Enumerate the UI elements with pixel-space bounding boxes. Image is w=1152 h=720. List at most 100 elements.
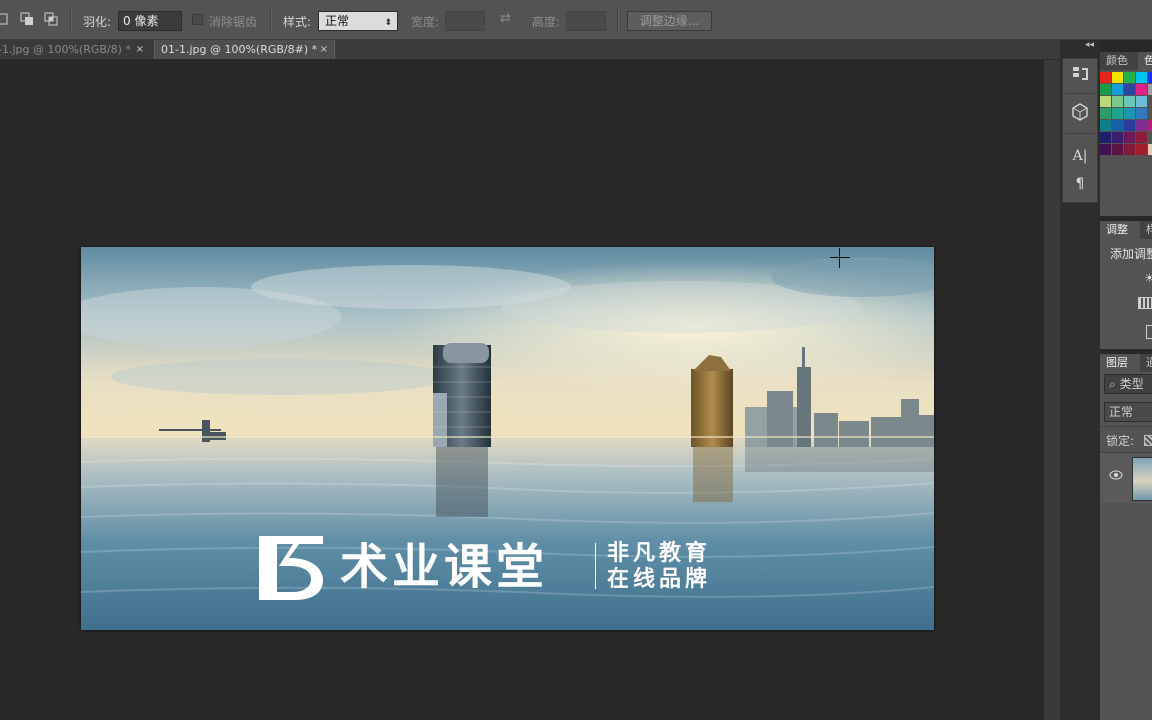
swatch[interactable] [1112,72,1123,83]
swatch[interactable] [1100,108,1111,119]
swatch[interactable] [1112,120,1123,131]
swatch[interactable] [1124,120,1135,131]
style-label: 样式: [283,15,312,29]
swatch[interactable] [1136,144,1147,155]
logo-divider [595,543,596,589]
feather-input[interactable]: 0 像素 [118,11,182,31]
lock-transparent-icon[interactable] [1144,435,1152,446]
swatch[interactable] [1124,132,1135,143]
add-adjustment-label: 添加调整 [1110,247,1152,261]
document-tab-bar: -1.jpg @ 100%(RGB/8) * × 01-1.jpg @ 100%… [0,40,1060,60]
style-select-value: 正常 [325,14,350,28]
adjustments-panel: 调整 样 添加调整 ☀ [1100,221,1152,349]
document-tab-1[interactable]: -1.jpg @ 100%(RGB/8) * × [0,40,150,59]
tab-swatches[interactable]: 色 [1138,52,1152,70]
vertical-scrollbar[interactable] [1043,60,1061,720]
levels-adjustment-icon[interactable] [1138,297,1152,309]
separator [70,8,72,32]
color-panel-tabs: 颜色 色 [1100,52,1152,70]
swatch[interactable] [1148,120,1152,131]
swatch[interactable] [1124,108,1135,119]
swatch[interactable] [1148,144,1152,155]
document-tab-2[interactable]: 01-1.jpg @ 100%(RGB/8#) * × [154,40,335,59]
style-select[interactable]: 正常 ⬍ [318,11,398,31]
tab-channels[interactable]: 通 [1140,354,1152,372]
select-arrows-icon: ⬍ [384,18,392,28]
tab-styles[interactable]: 样 [1140,221,1152,239]
separator [617,8,619,32]
layer-filter-field[interactable]: ⌕ 类型 [1104,374,1152,394]
swatch[interactable] [1100,84,1111,95]
swatch[interactable] [1100,132,1111,143]
swatch[interactable] [1124,96,1135,107]
width-label: 宽度: [411,15,440,29]
swatch[interactable] [1148,72,1152,83]
swap-dimensions-icon[interactable]: ⇄ [500,12,514,26]
height-label: 高度: [532,15,561,29]
close-icon[interactable]: × [320,40,328,59]
add-to-selection-icon[interactable] [20,12,34,26]
layers-empty-area [1100,504,1152,720]
swatch[interactable] [1112,144,1123,155]
paragraph-panel-icon[interactable]: ¶ [1069,173,1091,195]
antialias-label: 消除锯齿 [209,15,258,29]
swatch[interactable] [1112,132,1123,143]
collapsed-panel-dock: A| ¶ [1062,58,1098,203]
swatch[interactable] [1112,96,1123,107]
lock-label: 锁定: [1106,434,1135,448]
swatch[interactable] [1124,72,1135,83]
swatch[interactable] [1148,84,1152,95]
swatch[interactable] [1100,96,1111,107]
visibility-eye-icon[interactable] [1109,469,1123,480]
separator [1066,93,1094,94]
layer-thumbnail[interactable] [1132,457,1152,501]
swatch[interactable] [1136,72,1147,83]
swatch[interactable] [1136,96,1147,107]
layers-panel: 图层 通 ⌕ 类型 正常 锁定: [1100,354,1152,720]
swatch[interactable] [1100,120,1111,131]
swatch[interactable] [1124,84,1135,95]
intersect-selection-icon[interactable] [44,12,58,26]
search-icon: ⌕ [1109,377,1116,391]
swatch[interactable] [1136,84,1147,95]
tab-layers[interactable]: 图层 [1100,354,1140,372]
history-panel-icon[interactable] [1069,63,1091,85]
new-selection-icon[interactable] [0,12,10,26]
tab-label: 01-1.jpg @ 100%(RGB/8#) * [161,43,318,56]
swatch[interactable] [1112,84,1123,95]
tab-adjustments[interactable]: 调整 [1100,221,1140,239]
selective-adjustment-icon[interactable] [1146,325,1152,339]
blend-mode-select[interactable]: 正常 [1104,402,1152,422]
swatch[interactable] [1136,108,1147,119]
panel-divider [1100,426,1152,427]
feather-label: 羽化: [83,15,112,29]
separator [270,8,272,32]
collapse-panels-icon[interactable]: ◂◂ [1085,40,1094,50]
close-icon[interactable]: × [136,40,144,59]
document-canvas[interactable]: 术业课堂 非凡教育 在线品牌 [81,247,934,630]
brightness-adjustment-icon[interactable]: ☀ [1144,271,1152,285]
swatch[interactable] [1100,144,1111,155]
brand-name-text: 术业课堂 [340,539,549,595]
color-panel: 颜色 色 [1100,52,1152,216]
brand-slogan-line1: 非凡教育 [607,541,712,566]
layer-row[interactable] [1100,453,1152,503]
tab-label: -1.jpg @ 100%(RGB/8) * [0,43,131,56]
layers-panel-tabs: 图层 通 [1100,354,1152,372]
brand-logo-mark [259,536,323,600]
swatch[interactable] [1136,132,1147,143]
brand-slogan-line2: 在线品牌 [607,567,712,592]
tab-color[interactable]: 颜色 [1100,52,1138,70]
swatch[interactable] [1124,144,1135,155]
refine-edge-button[interactable]: 调整边缘... [627,11,712,31]
3d-panel-icon[interactable] [1069,101,1091,123]
antialias-checkbox[interactable] [192,14,203,25]
width-input[interactable] [445,11,485,31]
swatch[interactable] [1136,120,1147,131]
swatch[interactable] [1112,108,1123,119]
character-panel-icon[interactable]: A| [1069,145,1091,167]
crosshair-cursor-icon [830,248,850,268]
height-input[interactable] [566,11,606,31]
separator [1066,133,1094,134]
swatch[interactable] [1100,72,1111,83]
